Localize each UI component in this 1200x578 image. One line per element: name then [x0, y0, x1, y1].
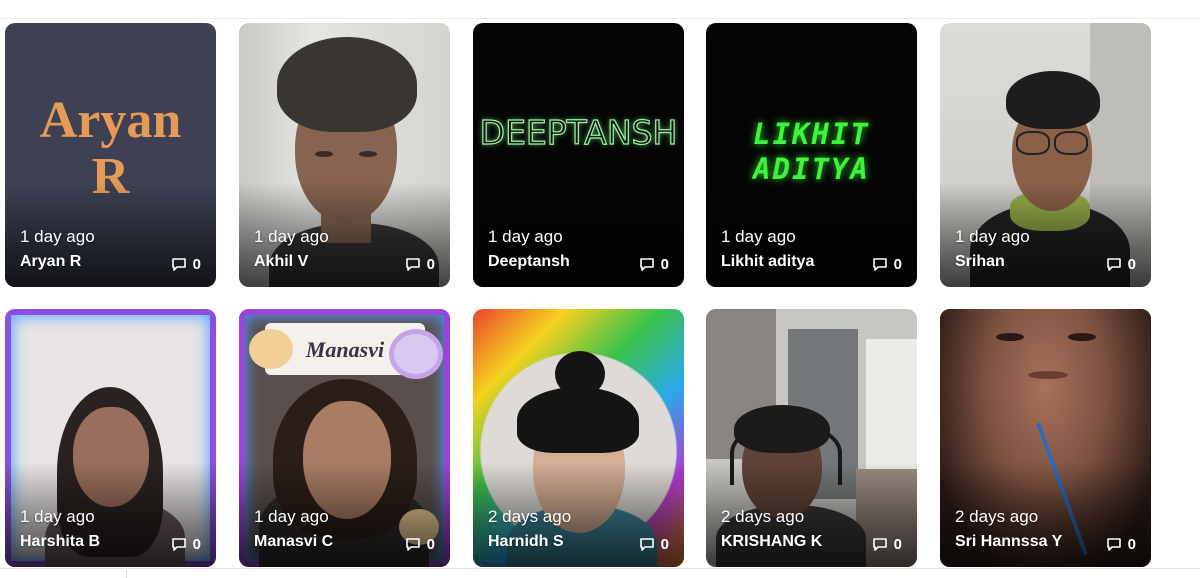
comment-icon	[171, 537, 187, 552]
comment-count[interactable]: 0	[171, 256, 201, 273]
comment-count[interactable]: 0	[639, 256, 669, 273]
post-time: 1 day ago	[955, 227, 1030, 246]
bottom-divider	[0, 568, 1200, 569]
bottom-tick	[126, 570, 127, 578]
video-card-sri-hannssa[interactable]: 2 days ago Sri Hannssa Y 0	[940, 309, 1151, 567]
video-card-harnidh[interactable]: 2 days ago Harnidh S 0	[473, 309, 684, 567]
thumbnail-title: DEEPTANSH	[479, 112, 678, 152]
comment-count[interactable]: 0	[405, 536, 435, 553]
post-time: 2 days ago	[721, 507, 805, 526]
author-name: Aryan R	[20, 253, 82, 270]
post-time: 1 day ago	[721, 227, 796, 246]
comment-count[interactable]: 0	[1106, 256, 1136, 273]
comment-count-value: 0	[192, 256, 201, 273]
comment-count-value: 0	[426, 536, 435, 553]
top-divider	[0, 18, 1200, 19]
comment-icon	[639, 537, 655, 552]
comment-count-value: 0	[660, 256, 669, 273]
comment-count-value: 0	[426, 256, 435, 273]
author-name: KRISHANG K	[721, 533, 823, 550]
video-card-manasvi[interactable]: Manasvi 1 day ago Manasvi C 0	[239, 309, 450, 567]
comment-count[interactable]: 0	[872, 256, 902, 273]
video-card-likhit[interactable]: LIKHIT ADITYA 1 day ago Likhit aditya 0	[706, 23, 917, 287]
comment-count[interactable]: 0	[872, 536, 902, 553]
video-card-harshita[interactable]: 1 day ago Harshita B 0	[5, 309, 216, 567]
post-time: 1 day ago	[488, 227, 563, 246]
author-name: Likhit aditya	[721, 253, 815, 270]
comment-count-value: 0	[1127, 536, 1136, 553]
post-time: 1 day ago	[20, 507, 95, 526]
video-card-srihan[interactable]: 1 day ago Srihan 0	[940, 23, 1151, 287]
author-name: Harshita B	[20, 533, 101, 550]
author-name: Manasvi C	[254, 533, 334, 550]
thumbnail-title: LIKHIT ADITYA	[753, 117, 870, 186]
comment-count-value: 0	[1127, 256, 1136, 273]
comment-count[interactable]: 0	[1106, 536, 1136, 553]
comment-count-value: 0	[192, 536, 201, 553]
video-card-deeptansh[interactable]: DEEPTANSH 1 day ago Deeptansh 0	[473, 23, 684, 287]
comment-count[interactable]: 0	[171, 536, 201, 553]
author-name: Srihan	[955, 253, 1005, 270]
comment-count-value: 0	[660, 536, 669, 553]
post-time: 2 days ago	[955, 507, 1039, 526]
comment-count[interactable]: 0	[639, 536, 669, 553]
comment-icon	[872, 257, 888, 272]
comment-icon	[872, 537, 888, 552]
author-name: Sri Hannssa Y	[955, 533, 1063, 550]
comment-icon	[405, 257, 421, 272]
video-card-aryan[interactable]: Aryan R 1 day ago Aryan R 0	[5, 23, 216, 287]
video-card-krishang[interactable]: 2 days ago KRISHANG K 0	[706, 309, 917, 567]
post-time: 1 day ago	[20, 227, 95, 246]
comment-icon	[405, 537, 421, 552]
author-name: Deeptansh	[488, 253, 570, 270]
comment-icon	[1106, 257, 1122, 272]
post-time: 1 day ago	[254, 227, 329, 246]
author-name: Akhil V	[254, 253, 309, 270]
comment-icon	[639, 257, 655, 272]
comment-count-value: 0	[893, 256, 902, 273]
comment-icon	[171, 257, 187, 272]
post-time: 1 day ago	[254, 507, 329, 526]
post-time: 2 days ago	[488, 507, 572, 526]
comment-count[interactable]: 0	[405, 256, 435, 273]
author-name: Harnidh S	[488, 533, 564, 550]
comment-count-value: 0	[893, 536, 902, 553]
video-card-akhil[interactable]: 1 day ago Akhil V 0	[239, 23, 450, 287]
comment-icon	[1106, 537, 1122, 552]
